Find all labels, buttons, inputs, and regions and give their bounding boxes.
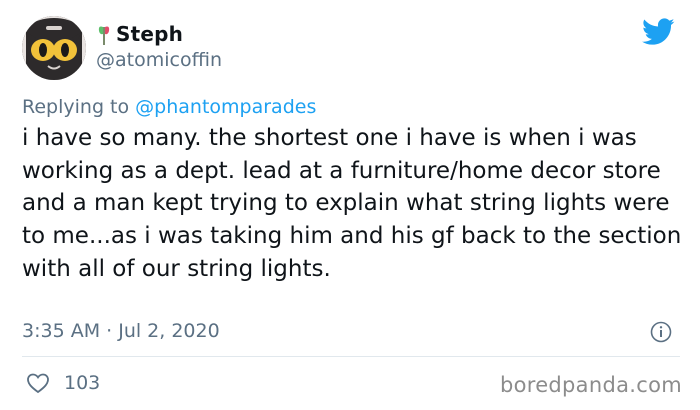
tweet-text: i have so many. the shortest one i have … xyxy=(22,125,682,282)
info-icon[interactable] xyxy=(650,321,672,343)
heart-icon xyxy=(27,373,49,394)
boredpanda-watermark: boredpanda.com xyxy=(499,373,682,397)
like-count: 103 xyxy=(64,372,101,394)
tweet-timestamp[interactable]: 3:35 AM · Jul 2, 2020 xyxy=(22,320,220,342)
reply-handle-link[interactable]: @phantomparades xyxy=(135,96,316,118)
trans-flag-emoji xyxy=(98,26,110,45)
avatar[interactable] xyxy=(22,16,86,80)
reply-prefix: Replying to xyxy=(22,96,130,118)
author-handle[interactable]: @atomicoffin xyxy=(96,49,222,71)
reply-context: Replying to @phantomparades xyxy=(22,96,316,118)
display-name[interactable]: Steph xyxy=(116,22,183,46)
author-name-row: Steph xyxy=(96,22,183,46)
twitter-bird-icon[interactable] xyxy=(642,18,675,46)
avatar-illustration xyxy=(22,16,86,80)
like-button[interactable]: 103 xyxy=(26,372,100,394)
divider xyxy=(22,356,680,357)
